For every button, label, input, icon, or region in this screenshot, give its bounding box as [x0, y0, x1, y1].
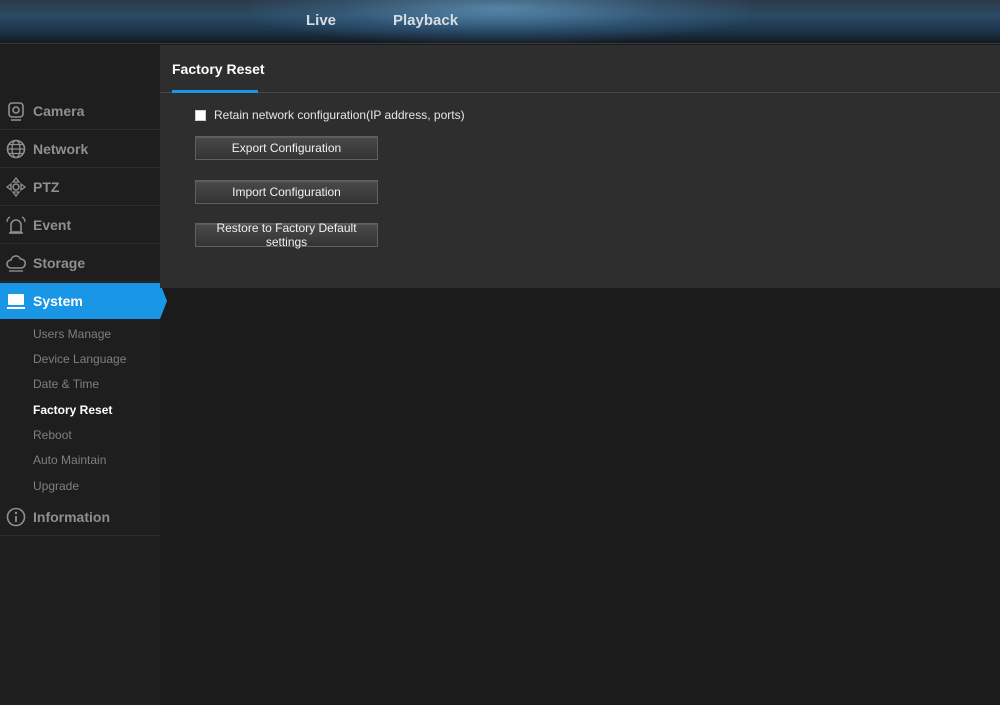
retain-network-checkbox[interactable]	[195, 109, 206, 121]
sidebar-item-label: Camera	[33, 102, 85, 119]
sidebar-item-label: Information	[33, 508, 110, 525]
alarm-icon	[5, 214, 27, 236]
sidebar-item-event[interactable]: Event	[0, 206, 160, 244]
info-icon	[5, 506, 27, 528]
sidebar-item-label: System	[33, 293, 83, 309]
sidebar-item-camera[interactable]: Camera	[0, 92, 160, 130]
sidebar: Camera Network PTZ Event Storage System …	[0, 45, 167, 705]
retain-network-row: Retain network configuration(IP address,…	[195, 108, 465, 122]
camera-icon	[5, 100, 27, 122]
sidebar-sub-device-language[interactable]: Device Language	[33, 352, 126, 366]
import-configuration-button[interactable]: Import Configuration	[195, 180, 378, 204]
factory-reset-panel: Factory Reset Retain network configurati…	[160, 45, 1000, 288]
top-bar: Live Playback	[0, 0, 1000, 44]
export-configuration-button[interactable]: Export Configuration	[195, 136, 378, 160]
retain-network-label: Retain network configuration(IP address,…	[214, 108, 465, 122]
sidebar-sub-reboot[interactable]: Reboot	[33, 428, 72, 442]
sidebar-sub-upgrade[interactable]: Upgrade	[33, 479, 79, 493]
sidebar-item-information[interactable]: Information	[0, 498, 160, 536]
sidebar-item-storage[interactable]: Storage	[0, 244, 160, 282]
nav-live[interactable]: Live	[306, 12, 336, 29]
sidebar-item-label: Storage	[33, 254, 86, 271]
cloud-icon	[5, 252, 27, 274]
nav-playback[interactable]: Playback	[393, 12, 458, 29]
sidebar-sub-date-time[interactable]: Date & Time	[33, 377, 99, 391]
sidebar-item-label: Network	[33, 140, 89, 157]
panel-header: Factory Reset	[160, 45, 1000, 93]
globe-icon	[5, 138, 27, 160]
ptz-directions-icon	[5, 176, 27, 198]
sidebar-item-label: Event	[33, 216, 72, 233]
restore-factory-default-button[interactable]: Restore to Factory Default settings	[195, 221, 378, 249]
sidebar-item-network[interactable]: Network	[0, 130, 160, 168]
title-underline	[172, 90, 258, 93]
page-title: Factory Reset	[172, 61, 265, 77]
sidebar-sub-factory-reset[interactable]: Factory Reset	[33, 403, 112, 417]
sidebar-item-ptz[interactable]: PTZ	[0, 168, 160, 206]
sidebar-item-label: PTZ	[33, 178, 60, 195]
sidebar-sub-users-manage[interactable]: Users Manage	[33, 327, 111, 341]
monitor-icon	[5, 290, 27, 312]
sidebar-sub-auto-maintain[interactable]: Auto Maintain	[33, 453, 106, 467]
top-nav: Live Playback	[0, 0, 1000, 44]
sidebar-item-system[interactable]: System	[0, 283, 167, 319]
